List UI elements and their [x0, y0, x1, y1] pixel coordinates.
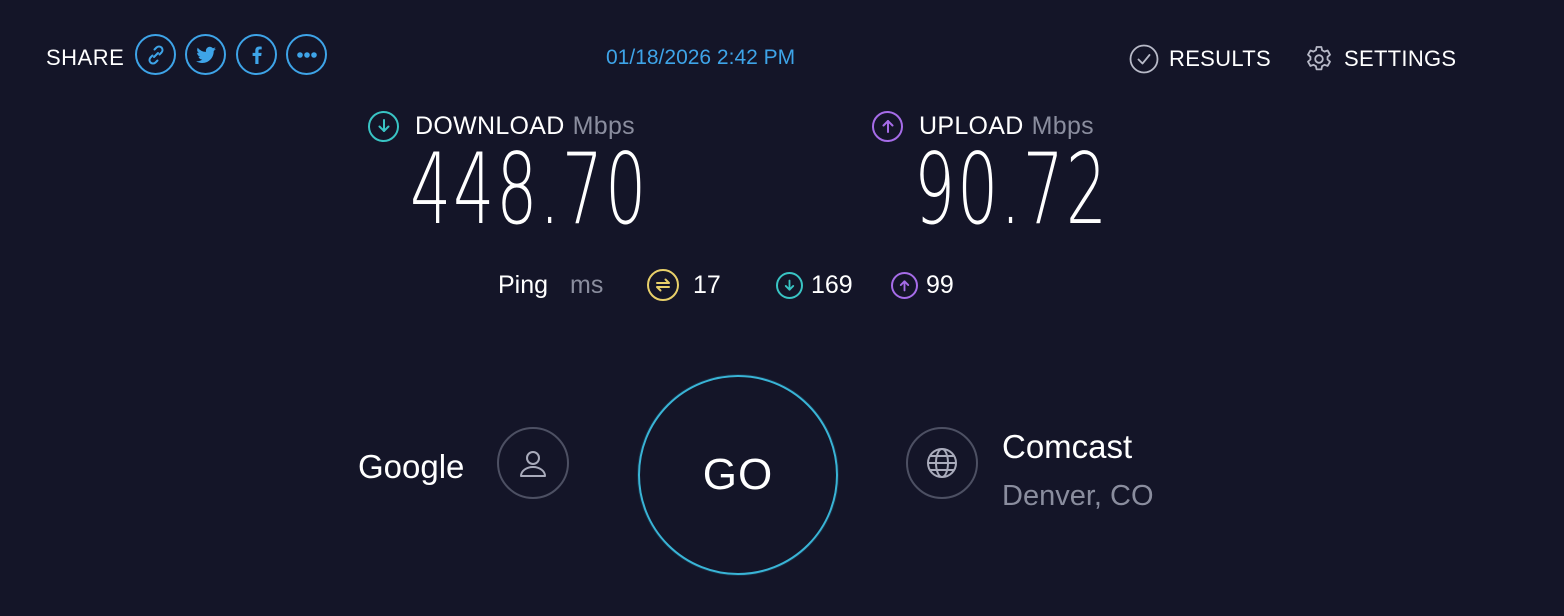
go-label: GO	[702, 450, 774, 499]
upload-speed-value: 90.72	[914, 133, 1110, 247]
share-label: SHARE	[46, 45, 125, 70]
more-icon	[296, 51, 317, 58]
ping-download-value: 169	[811, 270, 853, 299]
share-link-button[interactable]	[135, 34, 176, 75]
arrow-up-icon	[872, 110, 903, 142]
ping-upload: 99	[891, 267, 954, 303]
speedtest-results-panel: SHARE 01/18/2026 2:42 PM RESULTS SETTING…	[0, 0, 1564, 616]
facebook-icon	[252, 46, 262, 64]
share-twitter-button[interactable]	[185, 34, 226, 75]
link-icon	[147, 44, 164, 65]
twitter-icon	[195, 46, 216, 63]
go-button[interactable]: GO	[638, 375, 838, 575]
isp-location: Denver, CO	[1002, 480, 1154, 512]
ping-idle: 17	[647, 267, 721, 303]
ping-upload-value: 99	[926, 270, 954, 299]
arrow-up-icon	[891, 271, 918, 299]
settings-label: SETTINGS	[1344, 46, 1457, 71]
arrow-down-icon	[368, 110, 399, 142]
ping-idle-value: 17	[693, 270, 721, 299]
host-name[interactable]: Google	[358, 448, 464, 486]
download-speed-value: 448.70	[410, 133, 649, 247]
globe-icon	[927, 448, 957, 478]
isp-name: Comcast	[1002, 428, 1133, 465]
ping-label: Ping	[498, 271, 549, 299]
gear-icon	[1307, 46, 1331, 71]
results-label: RESULTS	[1169, 46, 1271, 71]
isp-info-button[interactable]	[906, 427, 978, 499]
ping-unit: ms	[570, 271, 604, 299]
results-link[interactable]: RESULTS	[1129, 40, 1271, 78]
settings-link[interactable]: SETTINGS	[1304, 40, 1456, 78]
test-timestamp: 01/18/2026 2:42 PM	[606, 46, 796, 69]
ping-icon	[647, 269, 679, 301]
user-icon	[520, 451, 546, 477]
ping-download: 169	[776, 267, 853, 303]
change-server-button[interactable]	[497, 427, 569, 499]
arrow-down-icon	[776, 271, 803, 299]
checkmark-circle-icon	[1129, 44, 1159, 74]
share-more-button[interactable]	[286, 34, 327, 75]
share-facebook-button[interactable]	[236, 34, 277, 75]
